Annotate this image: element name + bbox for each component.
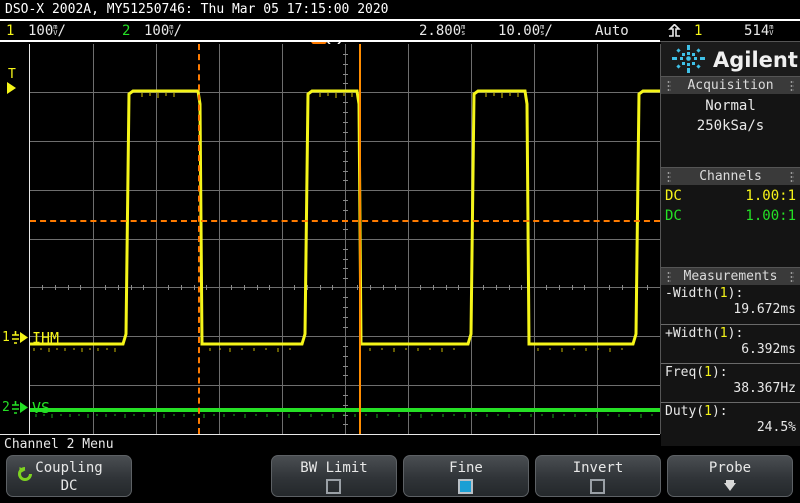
softkey-bw-limit-label: BW Limit [300, 460, 368, 476]
trigger-level-value: 514 [744, 23, 770, 39]
grip-right-icon [790, 271, 794, 282]
timebase-readout[interactable]: 10.00 m s / [498, 21, 553, 41]
plot-bottom-border [0, 434, 660, 435]
measurement-value: 6.392ms [741, 342, 796, 357]
softkey-invert-checkbox[interactable] [590, 479, 605, 494]
delay-readout[interactable]: 2.800 m s [419, 21, 465, 41]
trigger-slope-icon[interactable] [668, 21, 681, 41]
waveform-plot-area[interactable] [30, 44, 660, 434]
softkey-fine[interactable]: Fine [403, 455, 529, 497]
measurement-source: 1 [704, 365, 712, 380]
ch2-ground-marker-number: 2 [2, 400, 10, 415]
measurement-source: 1 [719, 326, 728, 341]
trigger-level-marker-label: T [8, 67, 16, 82]
ch1-ground-icon[interactable] [10, 330, 30, 356]
ch1-scale[interactable]: 100 m V / [28, 21, 66, 41]
measurement-label: +Width(1): [665, 326, 744, 341]
waveform-traces [30, 89, 660, 418]
brand-name: Agilent [713, 48, 798, 72]
agilent-star-icon [672, 45, 705, 73]
softkey-bw-limit[interactable]: BW Limit [271, 455, 397, 497]
measurement-item[interactable]: -Width(1): 19.672ms [661, 285, 800, 324]
softkey-invert-label: Invert [572, 460, 624, 476]
right-sidebar: Agilent Acquisition Normal 250kSa/s Chan… [661, 42, 800, 446]
acquisition-rate: 250kSa/s [696, 118, 765, 134]
softkey-invert[interactable]: Invert [535, 455, 661, 497]
ch1-label[interactable]: IHM [32, 331, 59, 346]
softkey-coupling-value: DC [60, 478, 78, 494]
softkey-probe[interactable]: Probe [667, 455, 793, 497]
measurements-title: Measurements [683, 269, 778, 284]
softkey-coupling[interactable]: Coupling DC [6, 455, 132, 497]
cursor-vertical-dashed[interactable] [198, 44, 200, 434]
softkey-probe-label: Probe [708, 460, 752, 476]
trigger-mode[interactable]: Auto [595, 21, 629, 41]
ch2-scale-value: 100 [144, 23, 170, 39]
timebase-value: 10.00 [498, 23, 541, 39]
ch2-scale[interactable]: 100 m V / [144, 21, 182, 41]
measurement-source: 1 [719, 286, 728, 301]
softkey-bw-limit-checkbox[interactable] [326, 479, 341, 494]
acquisition-section-header[interactable]: Acquisition [661, 76, 800, 95]
measurement-item[interactable]: +Width(1): 6.392ms [661, 324, 800, 364]
title-bar: DSO-X 2002A, MY51250746: Thu Mar 05 17:1… [0, 0, 800, 20]
trigger-level-readout[interactable]: 514 m V [744, 21, 774, 41]
measurement-label: Freq(1): [665, 365, 728, 380]
timebase-per-div: / [544, 23, 553, 39]
measurement-item[interactable]: Freq(1): 38.367Hz [661, 363, 800, 403]
brand-header: Agilent [661, 42, 800, 76]
trigger-source[interactable]: 1 [694, 21, 702, 41]
measurement-source: 1 [704, 404, 712, 419]
channel-row[interactable]: DC 1.00:1 [661, 206, 800, 226]
ch1-coupling: DC [665, 188, 682, 204]
acquisition-title: Acquisition [687, 78, 774, 93]
measurement-value: 24.5% [756, 420, 796, 435]
delay-value: 2.800 [419, 23, 462, 39]
softkey-bar: Coupling DC BW Limit Fine Invert Probe [0, 455, 800, 503]
ch1-scale-value: 100 [28, 23, 54, 39]
softkey-fine-checkbox[interactable] [458, 479, 473, 494]
channels-section-header[interactable]: Channels [661, 167, 800, 186]
grip-right-icon [790, 171, 794, 182]
measurement-value: 38.367Hz [733, 381, 796, 396]
ch1-probe-ratio: 1.00:1 [745, 188, 796, 204]
status-bar: 1 100 m V/ 2 100 m V/ 2.800 m s 10.00 m s / Auto … [0, 21, 800, 41]
softkey-coupling-label: Coupling [35, 460, 103, 476]
measurement-label: Duty(1): [665, 404, 728, 419]
measurement-item[interactable]: Duty(1): 24.5% [661, 402, 800, 442]
measurement-value: 19.672ms [733, 302, 796, 317]
measurement-label: -Width(1): [665, 286, 744, 301]
channels-title: Channels [699, 169, 762, 184]
oscilloscope-screen: DSO-X 2002A, MY51250746: Thu Mar 05 17:1… [0, 0, 800, 503]
grip-right-icon [790, 80, 794, 91]
trigger-level-marker-arrow[interactable] [7, 82, 16, 94]
measurements-section-body: -Width(1): 19.672ms +Width(1): 6.392ms F… [661, 285, 800, 446]
softkey-fine-label: Fine [449, 460, 483, 476]
ch1-scale-unit: mV [53, 23, 58, 37]
arrow-down-icon [724, 480, 736, 491]
ch1-ground-marker-number: 1 [2, 330, 10, 345]
measurements-section-header[interactable]: Measurements [661, 267, 800, 286]
trigger-level-unit: mV [769, 23, 774, 37]
softkey-menu-title: Channel 2 Menu [4, 437, 114, 452]
acquisition-section-body: Normal 250kSa/s [661, 94, 800, 167]
ch2-label[interactable]: VS [32, 401, 50, 416]
timebase-unit: ms [540, 23, 545, 37]
acquisition-mode: Normal [705, 98, 756, 114]
channel-row[interactable]: DC 1.00:1 [661, 186, 800, 206]
ch1-per-div: / [57, 23, 66, 39]
ch2-coupling: DC [665, 208, 682, 224]
ch2-probe-ratio: 1.00:1 [745, 208, 796, 224]
ch2-indicator[interactable]: 2 [122, 21, 130, 41]
ch1-indicator[interactable]: 1 [6, 21, 14, 41]
trigger-level-cursor[interactable] [30, 220, 660, 222]
channels-section-body: DC 1.00:1 DC 1.00:1 [661, 185, 800, 267]
ch2-scale-unit: mV [169, 23, 174, 37]
cursor-vertical-solid[interactable] [359, 44, 361, 434]
ch2-ground-icon[interactable] [10, 400, 30, 426]
delay-unit: ms [461, 23, 466, 37]
ch2-per-div: / [173, 23, 182, 39]
